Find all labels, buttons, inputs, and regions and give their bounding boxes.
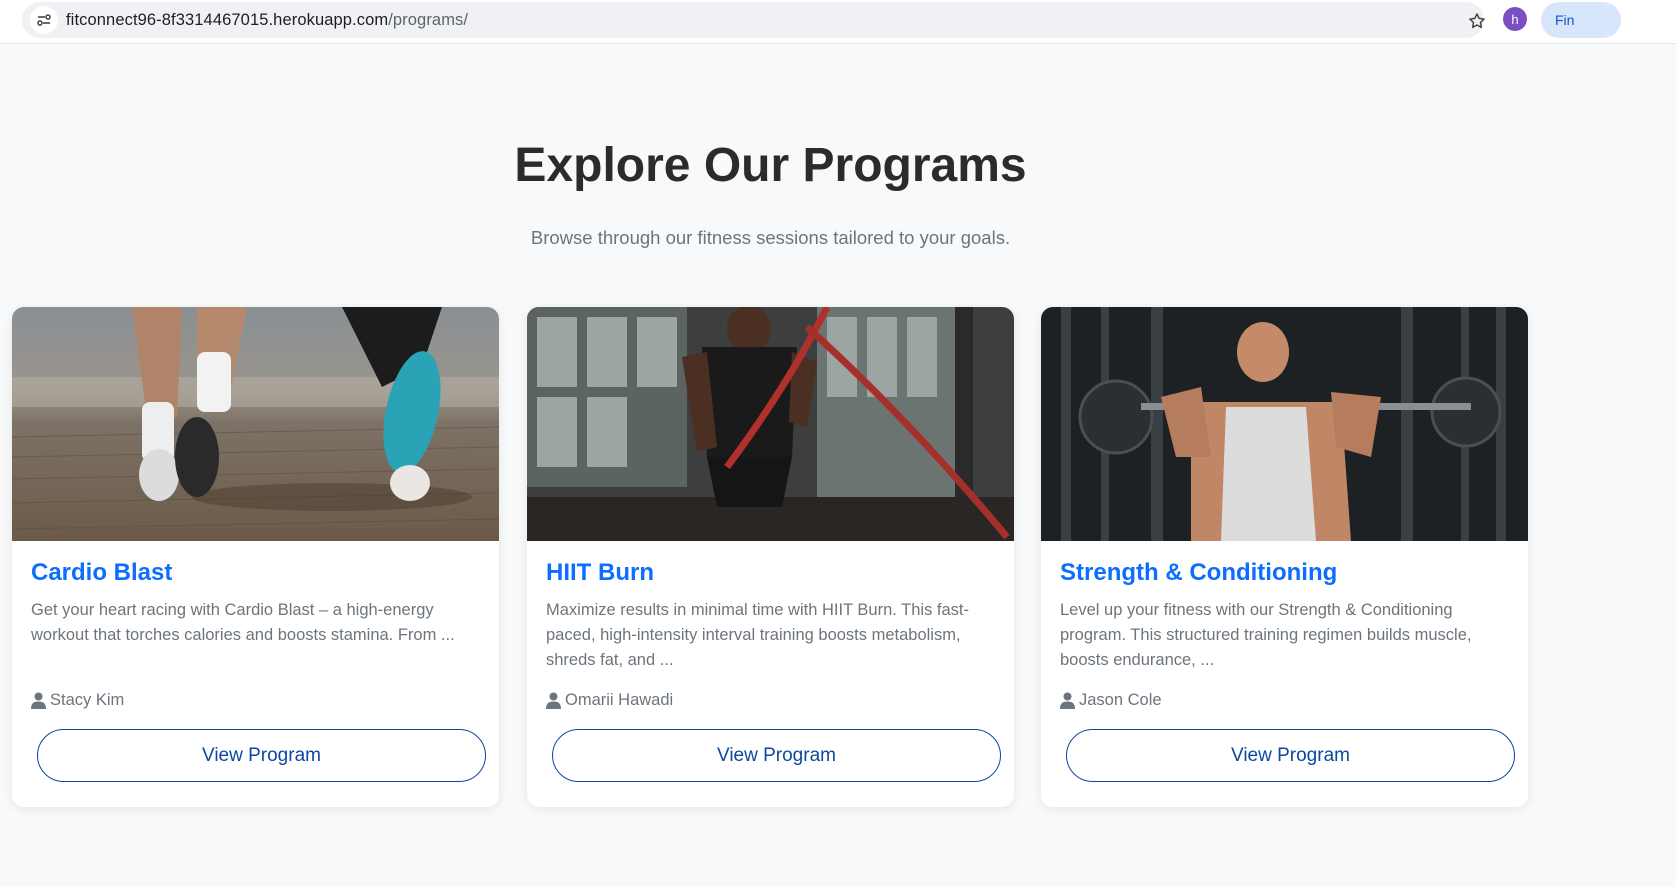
battle-ropes-photo [527, 307, 1014, 541]
program-card-cardio-blast: Cardio Blast Get your heart racing with … [12, 307, 499, 807]
url-text[interactable]: fitconnect96-8f3314467015.herokuapp.com/… [66, 11, 468, 30]
page-subtitle: Browse through our fitness sessions tail… [530, 227, 1011, 248]
extension-button[interactable]: Fin [1541, 2, 1621, 38]
view-program-button[interactable]: View Program [552, 729, 1001, 782]
page-title: Explore Our Programs [514, 139, 1027, 192]
person-icon [1060, 692, 1075, 709]
site-info-icon[interactable] [30, 6, 58, 34]
bookmark-star-icon[interactable] [1465, 9, 1489, 33]
profile-avatar[interactable]: h [1503, 7, 1527, 31]
trainer-info: Jason Cole [1060, 691, 1162, 710]
trainer-name: Stacy Kim [50, 691, 125, 709]
view-program-button[interactable]: View Program [1066, 729, 1515, 782]
url-domain: fitconnect96-8f3314467015.herokuapp.com [66, 11, 389, 29]
trainer-info: Stacy Kim [31, 691, 124, 710]
program-card-strength-conditioning: Strength & Conditioning Level up your fi… [1041, 307, 1528, 807]
program-title[interactable]: Strength & Conditioning [1060, 559, 1337, 587]
trainer-info: Omarii Hawadi [546, 691, 673, 710]
program-title[interactable]: HIIT Burn [546, 559, 654, 587]
program-card-hiit-burn: HIIT Burn Maximize results in minimal ti… [527, 307, 1014, 807]
trainer-name: Omarii Hawadi [565, 691, 674, 709]
person-icon [31, 692, 46, 709]
program-description: Level up your fitness with our Strength … [1060, 601, 1472, 669]
program-description: Get your heart racing with Cardio Blast … [31, 601, 455, 644]
barbell-squat-photo [1041, 307, 1528, 541]
view-program-button[interactable]: View Program [37, 729, 486, 782]
program-description: Maximize results in minimal time with HI… [546, 601, 969, 669]
address-bar[interactable]: fitconnect96-8f3314467015.herokuapp.com/… [22, 2, 1485, 38]
running-photo [12, 307, 499, 541]
person-icon [546, 692, 561, 709]
trainer-name: Jason Cole [1079, 691, 1162, 709]
browser-toolbar: fitconnect96-8f3314467015.herokuapp.com/… [0, 0, 1676, 44]
url-path: /programs/ [388, 11, 469, 29]
program-title[interactable]: Cardio Blast [31, 559, 172, 587]
